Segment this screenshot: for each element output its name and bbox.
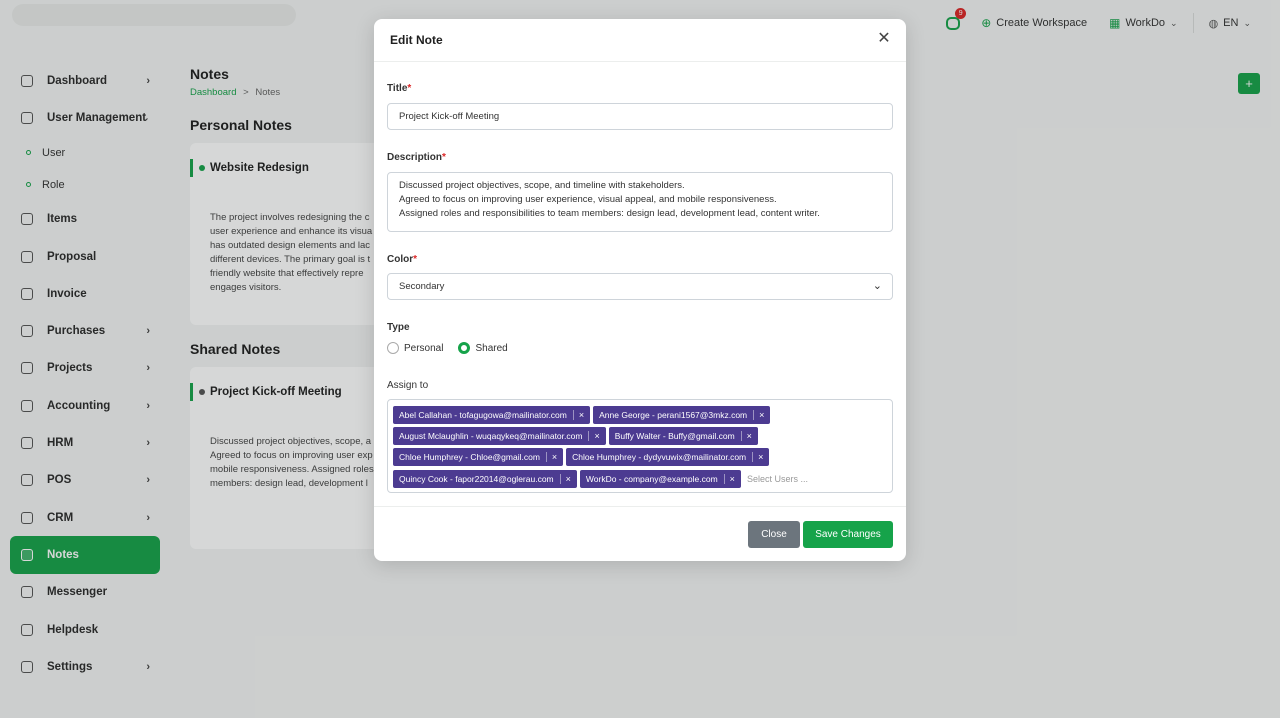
tag-row: Abel Callahan - tofagugowa@mailinator.co… <box>393 404 887 425</box>
description-label: Description* <box>387 152 446 163</box>
user-tag: Buffy Walter - Buffy@gmail.com × <box>608 427 758 446</box>
select-users-input[interactable]: Select Users ... <box>747 474 808 484</box>
assign-label: Assign to <box>387 380 429 391</box>
user-tag-label: Chloe Humphrey - Chloe@gmail.com <box>399 452 540 463</box>
chevron-down-icon: ⌄ <box>872 280 882 292</box>
edit-note-modal: Edit Note ✕ Title* Project Kick-off Meet… <box>374 19 906 561</box>
remove-tag-icon[interactable]: × <box>559 473 571 484</box>
remove-tag-icon[interactable]: × <box>545 452 557 463</box>
assign-users-multiselect[interactable]: Abel Callahan - tofagugowa@mailinator.co… <box>387 399 893 493</box>
remove-tag-icon[interactable]: × <box>752 452 763 463</box>
title-label: Title* <box>387 83 411 94</box>
shared-radio[interactable] <box>458 342 471 354</box>
remove-tag-icon[interactable]: × <box>753 409 764 420</box>
color-select-value: Secondary <box>399 281 445 292</box>
remove-tag-icon[interactable]: × <box>723 473 735 484</box>
user-tag: Chloe Humphrey - Chloe@gmail.com × <box>393 448 564 467</box>
title-input[interactable]: Project Kick-off Meeting <box>387 103 893 130</box>
modal-title: Edit Note <box>390 33 443 47</box>
shared-radio-label[interactable]: Shared <box>475 343 507 354</box>
tag-row: August Mclaughlin - wuqaqykeq@mailinator… <box>393 425 887 446</box>
remove-tag-icon[interactable]: × <box>588 431 600 442</box>
required-mark: * <box>407 83 412 94</box>
save-changes-button[interactable]: Save Changes <box>803 521 893 548</box>
required-mark: * <box>413 254 418 265</box>
description-label-text: Description <box>387 152 443 163</box>
user-tag-label: Anne George - perani1567@3mkz.com <box>599 409 748 420</box>
personal-radio[interactable] <box>387 342 399 354</box>
modal-footer: Close Save Changes <box>374 506 906 561</box>
user-tag-label: Buffy Walter - Buffy@gmail.com <box>614 431 735 442</box>
personal-radio-label[interactable]: Personal <box>404 343 443 354</box>
tag-row: Chloe Humphrey - Chloe@gmail.com × Chloe … <box>393 447 887 468</box>
modal-header: Edit Note <box>374 19 906 62</box>
user-tag-label: August Mclaughlin - wuqaqykeq@mailinator… <box>399 431 583 442</box>
user-tag: August Mclaughlin - wuqaqykeq@mailinator… <box>393 427 606 446</box>
type-radio-group: Personal Shared <box>387 342 518 354</box>
user-tag: Anne George - perani1567@3mkz.com × <box>593 405 771 424</box>
required-mark: * <box>442 152 446 163</box>
color-label: Color* <box>387 254 417 265</box>
description-line: Assigned roles and responsibilities to t… <box>399 208 820 219</box>
close-button[interactable]: Close <box>748 521 800 548</box>
description-textarea[interactable]: Discussed project objectives, scope, and… <box>387 172 893 232</box>
user-tag-label: Quincy Cook - fapor22014@oglerau.com <box>399 473 554 484</box>
description-line: Agreed to focus on improving user experi… <box>399 194 777 205</box>
type-label: Type <box>387 322 410 333</box>
color-label-text: Color <box>387 254 414 265</box>
title-label-text: Title <box>387 83 408 94</box>
user-tag: Abel Callahan - tofagugowa@mailinator.co… <box>393 405 591 424</box>
description-line: Discussed project objectives, scope, and… <box>399 180 685 191</box>
tag-row: Quincy Cook - fapor22014@oglerau.com × Wo… <box>393 468 887 489</box>
user-tag-label: WorkDo - company@example.com <box>585 473 718 484</box>
close-icon[interactable]: ✕ <box>876 31 892 47</box>
user-tag: Quincy Cook - fapor22014@oglerau.com × <box>393 469 577 488</box>
user-tag-label: Chloe Humphrey - dydyvuwix@mailinator.co… <box>572 452 747 463</box>
user-tag: Chloe Humphrey - dydyvuwix@mailinator.co… <box>566 448 770 467</box>
user-tag-label: Abel Callahan - tofagugowa@mailinator.co… <box>399 409 567 420</box>
remove-tag-icon[interactable]: × <box>740 431 752 442</box>
user-tag: WorkDo - company@example.com × <box>579 469 741 488</box>
color-select[interactable]: Secondary ⌄ <box>387 273 893 300</box>
remove-tag-icon[interactable]: × <box>572 409 584 420</box>
